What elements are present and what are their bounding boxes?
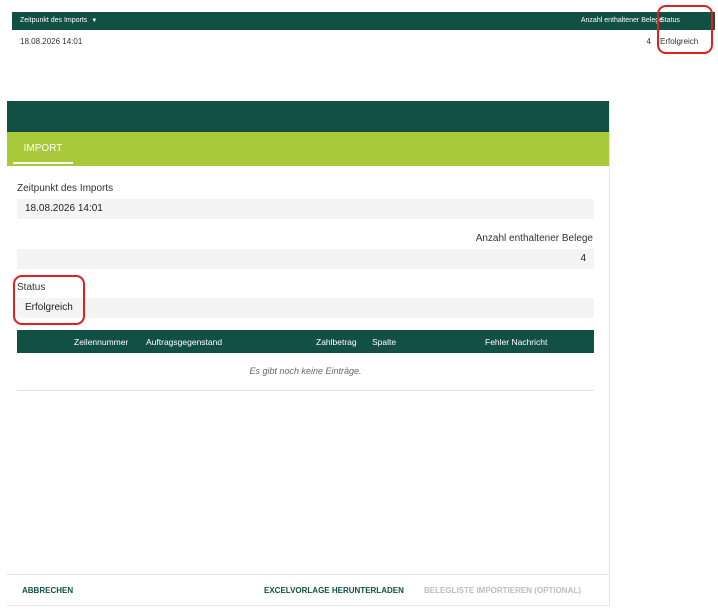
table-row[interactable]: 18.08.2026 14:01 4 Erfolgreich <box>12 30 715 54</box>
tab-import-label: IMPORT <box>23 143 63 154</box>
date-label: Zeitpunkt des Imports <box>17 183 114 194</box>
chevron-down-icon: ▼ <box>91 18 98 24</box>
cell-date: 18.08.2026 14:01 <box>20 37 83 46</box>
status-column-highlight <box>657 5 713 54</box>
status-field-highlight <box>13 275 85 325</box>
column-header-subject[interactable]: Auftragsgegenstand <box>146 337 222 347</box>
import-list-button[interactable]: BELEGLISTE IMPORTIEREN (OPTIONAL) <box>424 586 581 595</box>
download-template-button[interactable]: EXCELVORLAGE HERUNTERLADEN <box>264 586 404 595</box>
tab-import[interactable]: IMPORT <box>13 132 73 166</box>
import-dialog: IMPORT Zeitpunkt des Imports 18.08.2026 … <box>7 101 610 606</box>
column-header-date-label: Zeitpunkt des Imports <box>20 17 88 24</box>
column-header-column[interactable]: Spalte <box>372 337 396 347</box>
column-header-line-number[interactable]: Zeilennummer <box>74 337 128 347</box>
imports-table-header: Zeitpunkt des Imports ▼ Anzahl enthaltene… <box>12 12 715 30</box>
column-header-error-message[interactable]: Fehler Nachricht <box>485 337 547 347</box>
dialog-footer: ABBRECHEN EXCELVORLAGE HERUNTERLADEN BEL… <box>7 574 609 605</box>
count-label: Anzahl enthaltener Belege <box>475 233 593 244</box>
cell-count: 4 <box>646 37 651 46</box>
column-header-count[interactable]: Anzahl enthaltener Belege <box>581 17 663 24</box>
status-field: Erfolgreich <box>17 298 594 318</box>
empty-state-text: Es gibt noch keine Einträge. <box>17 353 594 391</box>
error-grid: Zeilennummer Auftragsgegenstand Zahlbetr… <box>17 330 594 391</box>
cancel-button[interactable]: ABBRECHEN <box>22 586 73 595</box>
date-field: 18.08.2026 14:01 <box>17 199 594 219</box>
dialog-header <box>7 101 609 132</box>
column-header-date[interactable]: Zeitpunkt des Imports ▼ <box>20 17 97 24</box>
imports-table: Zeitpunkt des Imports ▼ Anzahl enthaltene… <box>12 12 715 54</box>
column-header-amount[interactable]: Zahlbetrag <box>316 337 357 347</box>
error-grid-header: Zeilennummer Auftragsgegenstand Zahlbetr… <box>17 330 594 353</box>
dialog-tabbar: IMPORT <box>7 132 609 166</box>
count-field: 4 <box>17 249 594 269</box>
active-tab-indicator <box>13 162 73 164</box>
